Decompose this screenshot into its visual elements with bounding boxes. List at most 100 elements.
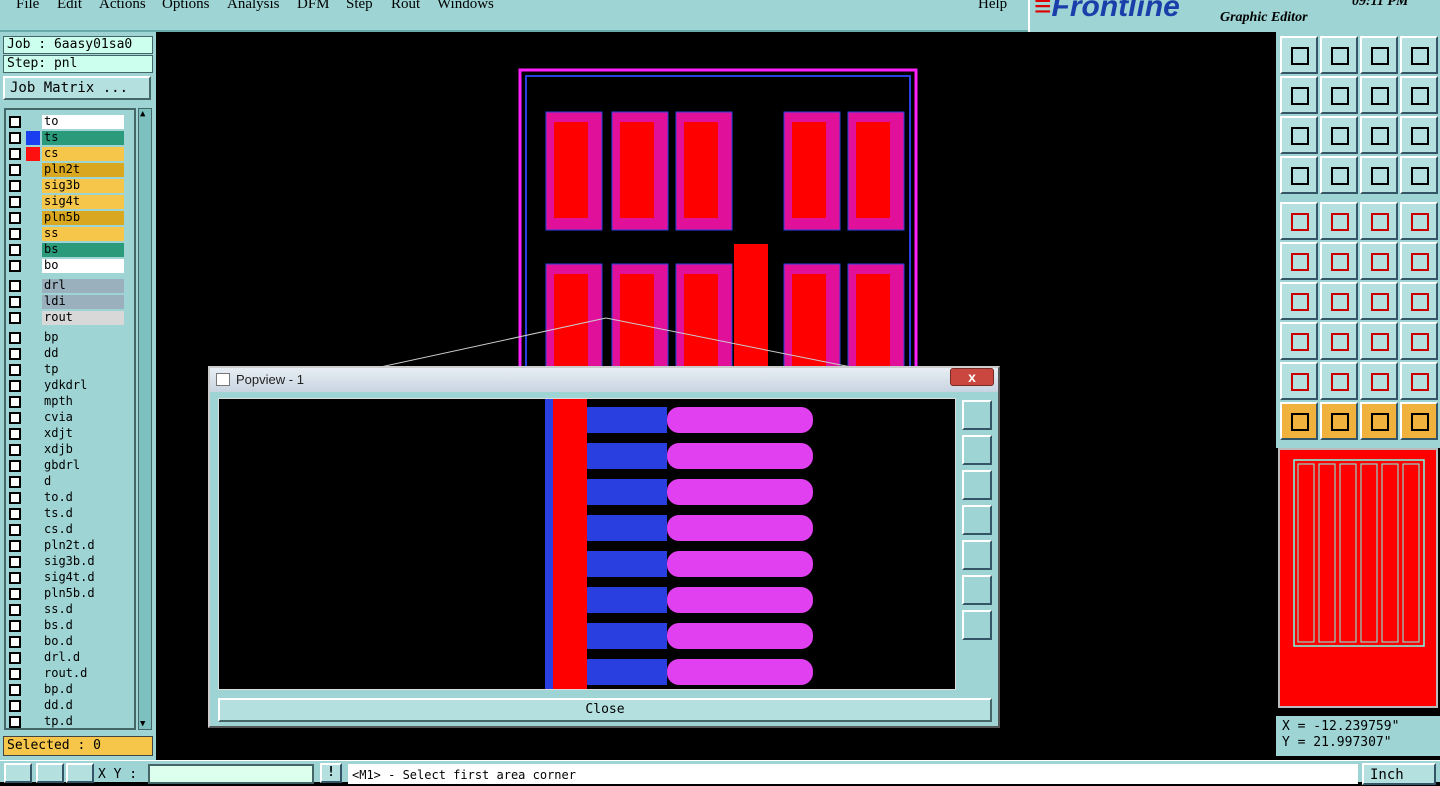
- layer-name[interactable]: xdjb: [42, 443, 124, 457]
- tool-button[interactable]: [1320, 202, 1358, 240]
- tool-button[interactable]: [1280, 116, 1318, 154]
- tool-button[interactable]: [1280, 76, 1318, 114]
- layer-color-swatch[interactable]: [26, 475, 40, 489]
- layer-checkbox[interactable]: [9, 620, 21, 632]
- layer-name[interactable]: sig3b: [42, 179, 124, 193]
- layer-name[interactable]: ldi: [42, 295, 124, 309]
- layer-checkbox[interactable]: [9, 428, 21, 440]
- menu-dfm[interactable]: DFM: [297, 0, 330, 13]
- layer-name[interactable]: rout.d: [42, 667, 124, 681]
- tool-button[interactable]: [1320, 322, 1358, 360]
- tool-button[interactable]: [1400, 202, 1438, 240]
- layer-row[interactable]: to.d: [6, 490, 134, 506]
- tool-button[interactable]: [1280, 402, 1318, 440]
- tool-button[interactable]: [1360, 402, 1398, 440]
- layer-name[interactable]: sig4t.d: [42, 571, 124, 585]
- menu-rout[interactable]: Rout: [391, 0, 420, 13]
- measure-button[interactable]: [36, 763, 64, 783]
- layer-name[interactable]: bs.d: [42, 619, 124, 633]
- tool-button[interactable]: [1280, 202, 1318, 240]
- layer-checkbox[interactable]: [9, 476, 21, 488]
- layer-row[interactable]: dd: [6, 346, 134, 362]
- tool-button[interactable]: [1320, 242, 1358, 280]
- layer-checkbox[interactable]: [9, 588, 21, 600]
- layer-checkbox[interactable]: [9, 244, 21, 256]
- layer-row[interactable]: bp: [6, 330, 134, 346]
- layer-name[interactable]: to.d: [42, 491, 124, 505]
- layer-color-swatch[interactable]: [26, 363, 40, 377]
- layer-row[interactable]: rout: [6, 310, 134, 326]
- layer-checkbox[interactable]: [9, 652, 21, 664]
- menu-step[interactable]: Step: [346, 0, 373, 13]
- layer-color-swatch[interactable]: [26, 587, 40, 601]
- layer-name[interactable]: pln2t: [42, 163, 124, 177]
- layer-name[interactable]: bp: [42, 331, 124, 345]
- layer-row[interactable]: xdjt: [6, 426, 134, 442]
- alert-button[interactable]: !: [320, 763, 342, 783]
- layer-name[interactable]: ss: [42, 227, 124, 241]
- layer-row[interactable]: gbdrl: [6, 458, 134, 474]
- layer-row[interactable]: sig3b: [6, 178, 134, 194]
- popview-nav-button[interactable]: [962, 470, 992, 500]
- layer-checkbox[interactable]: [9, 604, 21, 616]
- popview-close-x-button[interactable]: x: [950, 368, 994, 386]
- layer-row[interactable]: d: [6, 474, 134, 490]
- layer-color-swatch[interactable]: [26, 523, 40, 537]
- tool-button[interactable]: [1320, 362, 1358, 400]
- layer-row[interactable]: pln2t.d: [6, 538, 134, 554]
- layer-name[interactable]: dd: [42, 347, 124, 361]
- tool-button[interactable]: [1280, 36, 1318, 74]
- layer-checkbox[interactable]: [9, 572, 21, 584]
- layer-name[interactable]: to: [42, 115, 124, 129]
- layer-checkbox[interactable]: [9, 556, 21, 568]
- tool-button[interactable]: [1360, 362, 1398, 400]
- tool-button[interactable]: [1400, 282, 1438, 320]
- tool-button[interactable]: [1400, 36, 1438, 74]
- layer-checkbox[interactable]: [9, 444, 21, 456]
- layer-color-swatch[interactable]: [26, 295, 40, 309]
- layer-color-swatch[interactable]: [26, 195, 40, 209]
- layer-checkbox[interactable]: [9, 116, 21, 128]
- layer-name[interactable]: ss.d: [42, 603, 124, 617]
- layer-color-swatch[interactable]: [26, 395, 40, 409]
- layer-checkbox[interactable]: [9, 312, 21, 324]
- layer-checkbox[interactable]: [9, 212, 21, 224]
- layer-row[interactable]: sig4t: [6, 194, 134, 210]
- layer-color-swatch[interactable]: [26, 179, 40, 193]
- layer-row[interactable]: ydkdrl: [6, 378, 134, 394]
- layer-row[interactable]: drl: [6, 278, 134, 294]
- menu-edit[interactable]: Edit: [57, 0, 82, 13]
- layer-color-swatch[interactable]: [26, 211, 40, 225]
- layer-checkbox[interactable]: [9, 332, 21, 344]
- tool-button[interactable]: [1400, 156, 1438, 194]
- minimap[interactable]: [1278, 448, 1438, 708]
- tool-button[interactable]: [1400, 242, 1438, 280]
- layer-checkbox[interactable]: [9, 508, 21, 520]
- layer-row[interactable]: ss: [6, 226, 134, 242]
- layer-name[interactable]: ts.d: [42, 507, 124, 521]
- layer-color-swatch[interactable]: [26, 651, 40, 665]
- tool-button[interactable]: [1320, 76, 1358, 114]
- layer-color-swatch[interactable]: [26, 427, 40, 441]
- layer-name[interactable]: gbdrl: [42, 459, 124, 473]
- layer-color-swatch[interactable]: [26, 555, 40, 569]
- layer-color-swatch[interactable]: [26, 227, 40, 241]
- layer-name[interactable]: d: [42, 475, 124, 489]
- layer-name[interactable]: sig3b.d: [42, 555, 124, 569]
- layer-checkbox[interactable]: [9, 684, 21, 696]
- menu-options[interactable]: Options: [162, 0, 210, 13]
- layer-color-swatch[interactable]: [26, 507, 40, 521]
- layer-color-swatch[interactable]: [26, 459, 40, 473]
- layer-row[interactable]: ldi: [6, 294, 134, 310]
- layer-checkbox[interactable]: [9, 540, 21, 552]
- snap-grid-button[interactable]: [66, 763, 94, 783]
- tool-button[interactable]: [1360, 282, 1398, 320]
- layer-checkbox[interactable]: [9, 364, 21, 376]
- popview-close-button[interactable]: Close: [218, 698, 992, 722]
- layer-checkbox[interactable]: [9, 228, 21, 240]
- layer-checkbox[interactable]: [9, 164, 21, 176]
- layer-checkbox[interactable]: [9, 524, 21, 536]
- layer-name[interactable]: bo: [42, 259, 124, 273]
- layer-row[interactable]: sig4t.d: [6, 570, 134, 586]
- layer-list-scrollbar[interactable]: ▲ ▼: [138, 108, 152, 730]
